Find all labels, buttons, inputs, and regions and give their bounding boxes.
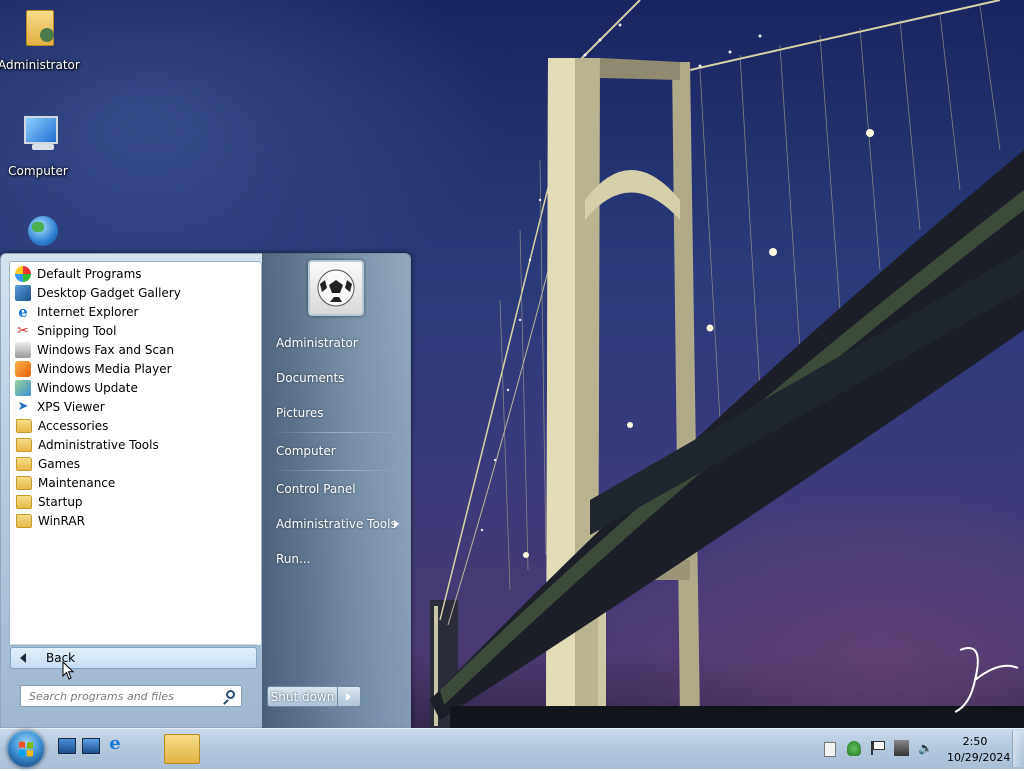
folder-icon: [16, 456, 32, 471]
switch-windows-icon[interactable]: [82, 738, 100, 754]
taskbar: e 🔈 2:50 10/29/2024: [0, 728, 1024, 769]
network-tray-icon[interactable]: [894, 740, 909, 756]
folder-icon: [16, 418, 32, 433]
program-item-startup[interactable]: Startup: [12, 492, 257, 511]
program-item-label: XPS Viewer: [37, 399, 105, 414]
media-player-icon: [15, 360, 31, 377]
windows-logo-icon: [19, 741, 33, 757]
program-item-label: Snipping Tool: [37, 323, 117, 338]
right-item-pictures[interactable]: Pictures: [276, 406, 324, 420]
security-shield-icon[interactable]: [847, 741, 861, 756]
mouse-cursor: [62, 661, 75, 680]
search-icon[interactable]: [226, 690, 235, 699]
xps-viewer-icon: ➤: [17, 398, 29, 414]
right-pane-separator: [270, 432, 402, 433]
program-item-label: Startup: [38, 494, 83, 509]
computer-icon: [14, 114, 62, 162]
program-item-label: Accessories: [38, 418, 109, 433]
program-item-label: Maintenance: [38, 475, 116, 490]
program-item-winrar[interactable]: WinRAR: [12, 511, 257, 530]
program-item-label: Windows Update: [37, 380, 138, 395]
program-item-label: WinRAR: [38, 513, 85, 528]
program-item-internet-explorer[interactable]: e Internet Explorer: [12, 302, 257, 321]
program-item-label: Games: [38, 456, 80, 471]
shutdown-button[interactable]: Shut down: [267, 686, 338, 707]
search-field[interactable]: [20, 685, 242, 707]
program-item-label: Desktop Gadget Gallery: [37, 285, 181, 300]
program-item-maintenance[interactable]: Maintenance: [12, 473, 257, 492]
program-item-label: Administrative Tools: [38, 437, 159, 452]
right-item-run[interactable]: Run...: [276, 552, 310, 566]
shutdown-options-button[interactable]: [338, 686, 361, 707]
user-picture-avatar[interactable]: [308, 260, 364, 316]
folder-icon: [16, 513, 32, 528]
search-input[interactable]: [21, 686, 227, 706]
program-item-label: Default Programs: [37, 266, 142, 281]
program-item-games[interactable]: Games: [12, 454, 257, 473]
internet-explorer-icon: e: [18, 302, 28, 321]
folder-icon: [16, 475, 32, 490]
desktop-icon-computer[interactable]: Computer: [0, 114, 78, 178]
submenu-arrow-icon: [394, 520, 399, 528]
program-item-windows-media-player[interactable]: Windows Media Player: [12, 359, 257, 378]
gadget-gallery-icon: [15, 284, 31, 301]
windows-explorer-taskbar-button[interactable]: [164, 734, 200, 764]
program-item-windows-fax-and-scan[interactable]: Windows Fax and Scan: [12, 340, 257, 359]
action-center-flag-icon[interactable]: [871, 741, 885, 755]
show-desktop-button[interactable]: [1012, 731, 1024, 767]
program-item-default-programs[interactable]: Default Programs: [12, 264, 257, 283]
user-folder-icon: [14, 8, 62, 56]
default-programs-icon: [15, 265, 31, 282]
desktop-icon-label: Computer: [8, 164, 68, 178]
start-button[interactable]: [7, 730, 45, 768]
program-item-snipping-tool[interactable]: ✂ Snipping Tool: [12, 321, 257, 340]
program-item-windows-update[interactable]: Windows Update: [12, 378, 257, 397]
program-item-accessories[interactable]: Accessories: [12, 416, 257, 435]
windows-update-icon: [15, 379, 31, 396]
scissors-icon: ✂: [17, 322, 29, 339]
notes-tray-icon[interactable]: [824, 742, 836, 757]
program-item-label: Windows Fax and Scan: [37, 342, 175, 357]
back-button[interactable]: Back: [10, 647, 257, 669]
back-arrow-icon: [20, 653, 26, 663]
shutdown-label: Shut down: [270, 689, 335, 704]
clock-date[interactable]: 10/29/2024: [947, 751, 1010, 764]
right-item-documents[interactable]: Documents: [276, 371, 344, 385]
folder-icon: [16, 494, 32, 509]
right-item-control-panel[interactable]: Control Panel: [276, 482, 356, 496]
program-item-desktop-gadget-gallery[interactable]: Desktop Gadget Gallery: [12, 283, 257, 302]
desktop-icon-administrator[interactable]: Administrator: [0, 8, 80, 72]
desktop-icon-label: Administrator: [0, 58, 80, 72]
folder-icon: [16, 437, 32, 452]
volume-muted-icon[interactable]: 🔈: [918, 740, 934, 756]
program-item-xps-viewer[interactable]: ➤ XPS Viewer: [12, 397, 257, 416]
soccer-ball-icon: [317, 269, 355, 307]
programs-pane: Default Programs Desktop Gadget Gallery …: [9, 261, 262, 646]
right-item-administrative-tools[interactable]: Administrative Tools: [276, 517, 397, 531]
program-item-label: Internet Explorer: [37, 304, 139, 319]
right-pane-separator: [270, 470, 402, 471]
internet-explorer-quicklaunch-icon[interactable]: e: [106, 734, 124, 754]
program-item-label: Windows Media Player: [37, 361, 172, 376]
right-item-administrator[interactable]: Administrator: [276, 336, 358, 350]
right-item-computer[interactable]: Computer: [276, 444, 336, 458]
show-desktop-icon[interactable]: [58, 738, 76, 754]
pane-divider: [10, 644, 257, 645]
clock-time[interactable]: 2:50: [947, 735, 1003, 748]
program-item-administrative-tools[interactable]: Administrative Tools: [12, 435, 257, 454]
fax-icon: [15, 341, 31, 358]
signature: [954, 647, 1019, 713]
